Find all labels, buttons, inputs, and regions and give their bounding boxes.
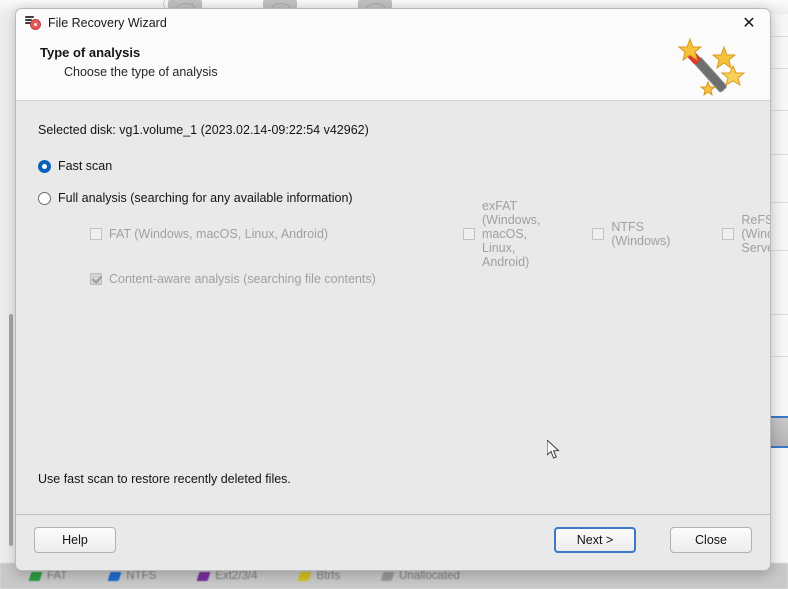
legend-item: Ext2/3/4 — [196, 570, 258, 582]
filesystem-checkbox-grid: FAT (Windows, macOS, Linux, Android) exF… — [38, 199, 770, 269]
legend-color-swatch-ext — [196, 571, 211, 581]
background-vertical-scrollbar[interactable] — [9, 314, 13, 546]
dialog-header: Type of analysis Choose the type of anal… — [16, 37, 770, 101]
legend-color-swatch-unallocated — [380, 571, 395, 581]
close-icon[interactable]: ✕ — [734, 13, 764, 35]
legend-item: NTFS — [107, 570, 157, 582]
page-title: Type of analysis — [40, 45, 141, 60]
radio-fast-scan[interactable]: Fast scan — [38, 159, 112, 173]
checkbox-row-exfat[interactable]: exFAT (Windows, macOS, Linux, Android) — [411, 199, 540, 269]
checkbox-label-refs: ReFS (Windows Server) — [741, 212, 771, 255]
dialog-body: Selected disk: vg1.volume_1 (2023.02.14-… — [16, 101, 770, 514]
file-recovery-wizard-dialog: File Recovery Wizard ✕ Type of analysis … — [15, 8, 771, 571]
checkbox-label-ntfs: NTFS (Windows) — [611, 219, 671, 248]
checkbox-row-ntfs[interactable]: NTFS (Windows) — [540, 219, 671, 248]
checkbox-row-refs[interactable]: ReFS (Windows Server) — [670, 213, 770, 255]
checkbox-indicator-ntfs[interactable] — [592, 227, 605, 240]
legend-item: Btrfs — [298, 570, 341, 582]
disc-recovery-icon — [25, 15, 41, 31]
checkbox-row-fat[interactable]: FAT (Windows, macOS, Linux, Android) — [38, 221, 411, 246]
checkbox-row-content-aware[interactable]: Content-aware analysis (searching file c… — [38, 272, 748, 286]
dialog-titlebar: File Recovery Wizard ✕ — [16, 9, 770, 37]
radio-indicator-fast-scan[interactable] — [38, 159, 51, 173]
legend-label: Ext2/3/4 — [215, 570, 258, 582]
legend-label: NTFS — [126, 570, 157, 582]
checkbox-indicator-content-aware[interactable] — [90, 273, 102, 285]
legend-label: FAT — [47, 570, 68, 582]
radio-label-full-analysis: Full analysis (searching for any availab… — [58, 191, 353, 205]
radio-full-analysis[interactable]: Full analysis (searching for any availab… — [38, 191, 353, 205]
legend-item: FAT — [28, 570, 68, 582]
magic-wand-icon — [678, 37, 746, 97]
next-button[interactable]: Next > — [554, 527, 636, 553]
legend-item: Unallocated — [380, 570, 460, 582]
radio-label-fast-scan: Fast scan — [58, 159, 113, 173]
dialog-footer: Help Next > Close — [16, 514, 770, 570]
legend-color-swatch-ntfs — [107, 571, 122, 581]
page-subtitle: Choose the type of analysis — [64, 65, 218, 79]
selected-disk-label: Selected disk: vg1.volume_1 (2023.02.14-… — [38, 123, 369, 137]
checkbox-label-fat: FAT (Windows, macOS, Linux, Android) — [109, 226, 329, 241]
checkbox-indicator-refs[interactable] — [722, 227, 735, 240]
checkbox-label-content-aware: Content-aware analysis (searching file c… — [109, 272, 376, 286]
legend-color-swatch-btrfs — [298, 571, 312, 581]
close-button[interactable]: Close — [670, 527, 752, 553]
hint-text: Use fast scan to restore recently delete… — [38, 472, 291, 486]
legend-label: Unallocated — [399, 570, 460, 582]
checkbox-label-exfat: exFAT (Windows, macOS, Linux, Android) — [482, 198, 541, 269]
radio-indicator-full-analysis[interactable] — [38, 191, 51, 205]
help-button[interactable]: Help — [34, 527, 116, 553]
checkbox-indicator-fat[interactable] — [90, 227, 102, 240]
dialog-title: File Recovery Wizard — [48, 16, 167, 30]
legend-label: Btrfs — [316, 570, 341, 582]
legend-color-swatch-fat — [28, 571, 43, 581]
checkbox-indicator-exfat[interactable] — [463, 227, 475, 240]
